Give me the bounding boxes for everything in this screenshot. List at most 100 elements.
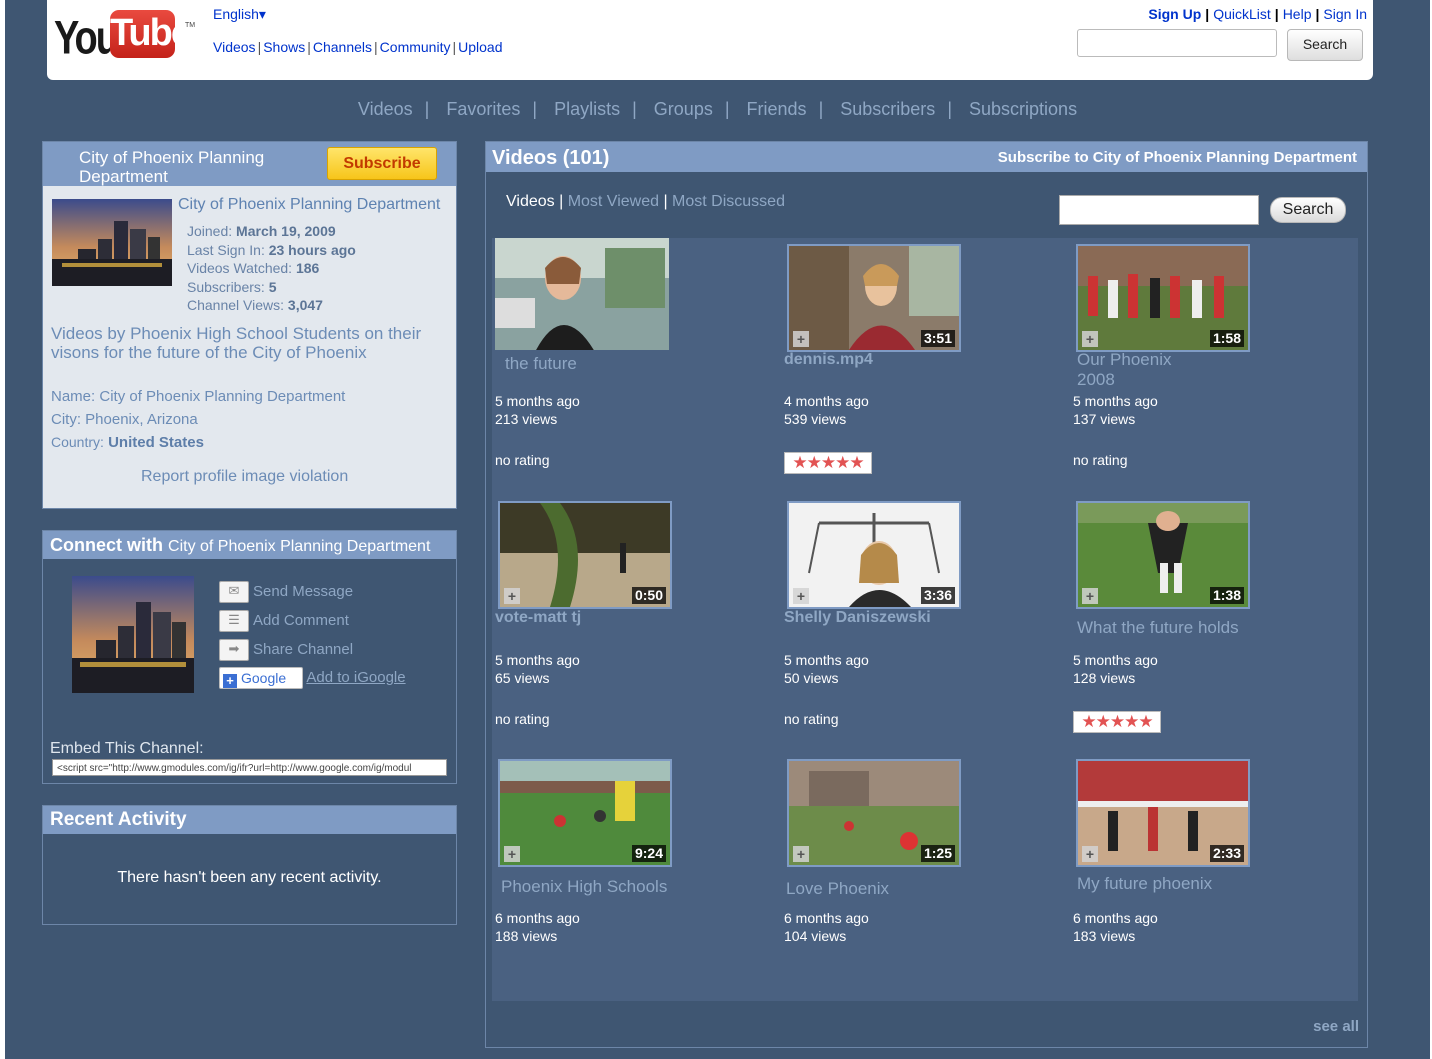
comment-icon: ☰ xyxy=(219,610,249,632)
channel-tab-friends[interactable]: Friends xyxy=(747,99,807,119)
video-age: 6 months ago xyxy=(1073,910,1158,926)
send-message-action[interactable]: ✉ Send Message xyxy=(219,581,353,603)
add-comment-label: Add Comment xyxy=(253,611,349,629)
subscribe-button[interactable]: Subscribe xyxy=(327,147,437,180)
video-rating: no rating xyxy=(784,711,839,727)
video-rating: no rating xyxy=(1073,452,1128,468)
share-channel-action[interactable]: ➡ Share Channel xyxy=(219,639,353,661)
tab-most-viewed[interactable]: Most Viewed xyxy=(568,193,659,210)
add-igoogle-action[interactable]: + Google Add to iGoogle xyxy=(219,667,406,689)
nav-community[interactable]: Community xyxy=(380,39,451,55)
channel-tab-subscriptions[interactable]: Subscriptions xyxy=(969,99,1077,119)
logo-tm: TM xyxy=(185,22,196,29)
embed-label: Embed This Channel: xyxy=(50,740,204,757)
profile-stats: Joined: March 19, 2009 Last Sign In: 23 … xyxy=(187,222,356,315)
video-thumbnail[interactable] xyxy=(495,238,669,350)
add-to-quicklist-icon[interactable]: + xyxy=(1082,846,1098,862)
header-search-button[interactable]: Search xyxy=(1287,29,1363,61)
video-title[interactable]: vote-matt tj xyxy=(495,608,675,628)
joined-label: Joined: xyxy=(187,223,233,239)
video-title[interactable]: Shelly Daniszewski xyxy=(784,608,984,628)
video-thumbnail[interactable]: + 3:51 xyxy=(787,244,961,352)
add-to-quicklist-icon[interactable]: + xyxy=(504,846,520,862)
subscribers-label: Subscribers: xyxy=(187,278,265,295)
video-duration: 1:25 xyxy=(920,845,955,862)
language-selector[interactable]: English▾ xyxy=(213,6,266,23)
video-title[interactable]: dennis.mp4 xyxy=(784,350,964,370)
add-to-quicklist-icon[interactable]: + xyxy=(793,846,809,862)
video-title[interactable]: Our Phoenix 2008 xyxy=(1077,350,1197,390)
video-thumbnail[interactable]: + 1:25 xyxy=(787,759,961,867)
video-thumbnail[interactable]: + 3:36 xyxy=(787,501,961,609)
video-duration: 2:33 xyxy=(1209,845,1244,862)
header-search-input[interactable] xyxy=(1077,29,1277,57)
video-item: + 3:51 dennis.mp4 4 months ago 539 views… xyxy=(784,238,1054,478)
connect-header: Connect with City of Phoenix Planning De… xyxy=(43,531,456,559)
quicklist-link[interactable]: QuickList xyxy=(1213,6,1271,22)
video-age: 5 months ago xyxy=(1073,393,1158,409)
video-age: 5 months ago xyxy=(1073,652,1158,668)
last-signin-value: 23 hours ago xyxy=(268,241,356,258)
video-rating: no rating xyxy=(495,711,550,727)
nav-shows[interactable]: Shows xyxy=(263,39,305,55)
video-title[interactable]: the future xyxy=(505,354,685,374)
video-title[interactable]: My future phoenix xyxy=(1077,874,1297,894)
nav-upload[interactable]: Upload xyxy=(458,39,502,55)
google-plus-icon[interactable]: + Google xyxy=(219,667,303,689)
add-to-quicklist-icon[interactable]: + xyxy=(504,588,520,604)
channel-tab-groups[interactable]: Groups xyxy=(654,99,713,119)
video-views: 65 views xyxy=(495,670,550,686)
info-city-label: City: xyxy=(51,411,81,428)
video-meta: 5 months ago 213 views xyxy=(495,392,580,428)
video-title[interactable]: Love Phoenix xyxy=(786,879,966,899)
language-label: English xyxy=(213,6,259,22)
help-link[interactable]: Help xyxy=(1283,6,1312,22)
channel-tab-playlists[interactable]: Playlists xyxy=(554,99,620,119)
sign-in-link[interactable]: Sign In xyxy=(1323,6,1367,22)
video-meta: 5 months ago 50 views xyxy=(784,651,869,687)
site-header: You Tube TM English▾ Videos | Shows | Channe… xyxy=(47,0,1373,80)
video-grid: the future 5 months ago 213 views no rat… xyxy=(492,238,1358,1001)
info-country-label: Country: xyxy=(51,434,104,450)
profile-name-link[interactable]: City of Phoenix Planning Department xyxy=(178,196,440,214)
video-meta: 5 months ago 137 views xyxy=(1073,392,1158,428)
video-age: 5 months ago xyxy=(495,652,580,668)
video-age: 4 months ago xyxy=(784,393,869,409)
add-to-quicklist-icon[interactable]: + xyxy=(1082,331,1098,347)
video-item: + 2:33 My future phoenix 6 months ago 18… xyxy=(1073,759,1343,999)
video-search-button[interactable]: Search xyxy=(1270,197,1346,223)
add-to-quicklist-icon[interactable]: + xyxy=(1082,588,1098,604)
video-search-input[interactable] xyxy=(1059,195,1259,225)
see-all-link[interactable]: see all xyxy=(1313,1018,1359,1035)
sign-up-link[interactable]: Sign Up xyxy=(1148,6,1201,22)
tab-videos[interactable]: Videos xyxy=(506,193,555,210)
video-title[interactable]: What the future holds xyxy=(1077,618,1297,638)
videos-title: Videos (101) xyxy=(492,147,610,169)
video-thumbnail[interactable]: + 2:33 xyxy=(1076,759,1250,867)
add-comment-action[interactable]: ☰ Add Comment xyxy=(219,610,349,632)
nav-videos[interactable]: Videos xyxy=(213,39,256,55)
star-rating-icon: ★★★★★ xyxy=(1073,711,1161,733)
video-thumbnail[interactable]: + 9:24 xyxy=(498,759,672,867)
profile-image[interactable] xyxy=(52,199,172,286)
video-meta: 6 months ago 188 views xyxy=(495,909,580,945)
subscribe-link[interactable]: Subscribe to City of Phoenix Planning De… xyxy=(998,149,1357,166)
channel-tab-videos[interactable]: Videos xyxy=(358,99,413,119)
add-to-quicklist-icon[interactable]: + xyxy=(793,588,809,604)
channel-tab-subscribers[interactable]: Subscribers xyxy=(840,99,935,119)
nav-channels[interactable]: Channels xyxy=(313,39,372,55)
video-thumbnail[interactable]: + 0:50 xyxy=(498,501,672,609)
embed-code-field[interactable]: <script src="http://www.gmodules.com/ig/… xyxy=(52,759,447,776)
subscribers-value: 5 xyxy=(268,278,277,295)
video-thumbnail[interactable]: + 1:38 xyxy=(1076,501,1250,609)
report-image-link[interactable]: Report profile image violation xyxy=(141,468,348,486)
logo-you: You xyxy=(54,12,119,65)
video-title[interactable]: Phoenix High Schools xyxy=(501,877,681,897)
tab-most-discussed[interactable]: Most Discussed xyxy=(672,193,785,210)
add-igoogle-link[interactable]: Add to iGoogle xyxy=(306,669,405,686)
channel-tab-favorites[interactable]: Favorites xyxy=(446,99,520,119)
send-message-label: Send Message xyxy=(253,582,354,600)
channel-views-label: Channel Views: xyxy=(187,297,285,313)
video-thumbnail[interactable]: + 1:58 xyxy=(1076,244,1250,352)
add-to-quicklist-icon[interactable]: + xyxy=(793,331,809,347)
